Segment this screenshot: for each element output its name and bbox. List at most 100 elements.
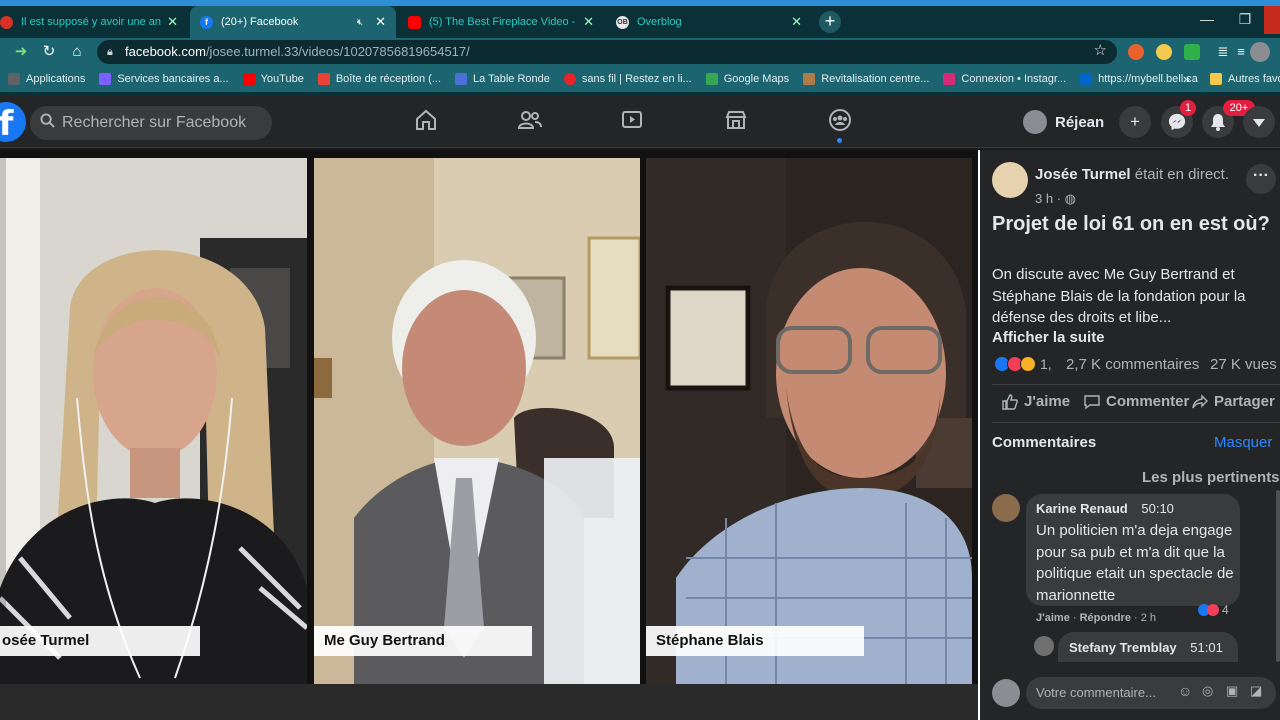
tab-overblog[interactable]: OB Overblog ✕ [606,6,812,38]
bookmark-youtube[interactable]: YouTube [242,73,304,85]
reload-icon[interactable]: ↻ [38,41,60,63]
thumbs-up-icon [1002,393,1018,410]
bookmark-gmail[interactable]: Boîte de réception (... [317,73,441,85]
bookmark-label: Autres favoris [1228,73,1280,85]
close-window-button[interactable] [1264,6,1280,34]
groups-active-indicator [837,138,842,143]
avatar[interactable] [992,494,1020,522]
comment-placeholder: Votre commentaire... [1036,685,1156,700]
live-video-player[interactable]: osée Turmel Me Guy Bertrand Stéphane Bla… [0,150,978,720]
tab-title: Overblog [637,16,682,28]
home-icon[interactable] [411,108,441,138]
check-extension-icon[interactable] [1184,44,1200,60]
bookmark-instagram[interactable]: Connexion • Instagr... [943,73,1066,85]
messenger-badge: 1 [1180,100,1196,116]
share-button[interactable]: Partager [1192,393,1275,410]
bookmark-star-icon[interactable]: ☆ [1094,39,1107,63]
maximize-button[interactable]: ❐ [1226,6,1264,34]
video-controls-bar[interactable] [0,684,978,720]
bookmark-label: Connexion • Instagr... [961,73,1067,85]
tab-close-icon[interactable]: ✕ [791,14,802,30]
table-ronde-icon [455,73,468,85]
bookmark-autres-favoris[interactable]: Autres favoris [1210,73,1280,85]
reactions-summary[interactable]: 1, [994,355,1052,373]
tab-facebook[interactable]: f (20+) Facebook 🔇︎ ✕ [190,6,396,38]
post-author[interactable]: Josée Turmel [1035,166,1131,183]
url-host: facebook.com [125,44,206,59]
comment-sort-dropdown[interactable]: Les plus pertinents [1142,469,1280,486]
more-options-icon[interactable]: ··· [1246,164,1276,194]
home-icon[interactable]: ⌂ [66,41,88,63]
profile-avatar[interactable] [1250,42,1270,62]
bookmark-label: Applications [26,73,86,85]
gif-icon[interactable]: ▣ [1226,683,1238,699]
comment-reactions[interactable]: 4 [1198,602,1229,618]
tab-annonce[interactable]: Il est supposé y avoir une annonce ✕ [0,6,188,38]
new-tab-button[interactable]: + [819,11,841,33]
see-more-link[interactable]: Afficher la suite [992,329,1105,346]
back-icon[interactable]: ➜ [10,41,32,63]
tab-close-icon[interactable]: ✕ [375,14,386,30]
account-menu-button[interactable] [1243,106,1275,138]
bookmark-google-maps[interactable]: Google Maps [705,73,789,85]
bookmark-services-bancaires[interactable]: Services bancaires a... [99,73,229,85]
tab-close-icon[interactable]: ✕ [167,14,178,30]
bookmark-revitalisation[interactable]: Revitalisation centre... [803,73,929,85]
comment-author[interactable]: Stefany Tremblay [1069,640,1177,655]
comment-button[interactable]: Commenter [1084,393,1189,410]
like-button[interactable]: J'aime [1002,393,1070,410]
reaction-count: 1, [1040,356,1052,372]
camera-icon[interactable]: ◎ [1202,683,1213,699]
participant-name-label: Me Guy Bertrand [314,626,532,656]
tab-close-icon[interactable]: ✕ [583,14,594,30]
comment-timestamp[interactable]: 50:10 [1141,501,1174,516]
address-bar[interactable]: 🔒︎ facebook.com/josee.turmel.33/videos/1… [97,40,1117,64]
hide-comments-link[interactable]: Masquer [1214,434,1272,451]
participant-video-guy-bertrand: Me Guy Bertrand [314,158,640,684]
emoji-icon[interactable]: ☺ [1178,683,1192,699]
comment-like-link[interactable]: J'aime [1036,612,1070,624]
share-label: Partager [1214,393,1275,410]
bookmark-mybell[interactable]: https://mybell.bell.ca [1080,73,1198,85]
reading-list-icon[interactable]: ≡ [1230,41,1252,63]
bookmark-table-ronde[interactable]: La Table Ronde [455,73,550,85]
views-count: 27 K vues [1210,356,1277,373]
brave-extension-icon[interactable] [1128,44,1144,60]
profile-link[interactable]: Réjean [1023,108,1104,136]
comment-age: 2 h [1140,612,1157,624]
tab-audio-muted-icon[interactable]: 🔇︎ [357,17,363,28]
comment-reply-link[interactable]: Répondre [1080,612,1131,624]
bookmark-sans-fil[interactable]: sans fil | Restez en li... [563,73,692,85]
groups-icon[interactable] [825,108,855,138]
search-extension-icon[interactable] [1156,44,1172,60]
sticker-icon[interactable]: ◪ [1250,683,1262,699]
comment-input[interactable]: Votre commentaire... ☺ ◎ ▣ ◪ [1026,677,1276,709]
comment-author[interactable]: Karine Renaud [1036,501,1128,516]
avatar [992,679,1020,707]
facebook-logo-icon[interactable]: f [0,102,26,144]
bookmarks-overflow-button[interactable]: » [1183,71,1190,86]
post-header: Josée Turmel était en direct. [1035,166,1229,183]
avatar[interactable] [1034,636,1054,656]
folder-icon [1210,73,1222,85]
search-input[interactable]: Rechercher sur Facebook [30,106,272,140]
post-time[interactable]: 3 h [1035,191,1053,206]
revitalisation-icon [803,73,816,85]
participant-name-label: Stéphane Blais [646,626,864,656]
comment-text: Un politicien m'a deja engage pour sa pu… [1036,522,1234,604]
minimize-button[interactable]: — [1188,6,1226,34]
watch-icon[interactable] [617,108,647,138]
url-path: /josee.turmel.33/videos/1020785681965451… [205,44,470,59]
divider [992,422,1280,423]
comments-count[interactable]: 2,7 K commentaires [1066,356,1199,373]
bookmark-applications[interactable]: Applications [8,73,85,85]
marketplace-icon[interactable] [721,108,751,138]
author-avatar[interactable] [992,162,1028,198]
bookmarks-bar: Applications Services bancaires a... You… [0,66,1280,92]
comments-scrollbar[interactable] [1276,490,1280,662]
post-meta: 3 h · ◍ [1035,191,1076,206]
friends-icon[interactable] [515,108,545,138]
tab-youtube[interactable]: (5) The Best Fireplace Video - 10 H ✕ [398,6,604,38]
comment-timestamp[interactable]: 51:01 [1190,640,1223,655]
create-button[interactable]: + [1119,106,1151,138]
